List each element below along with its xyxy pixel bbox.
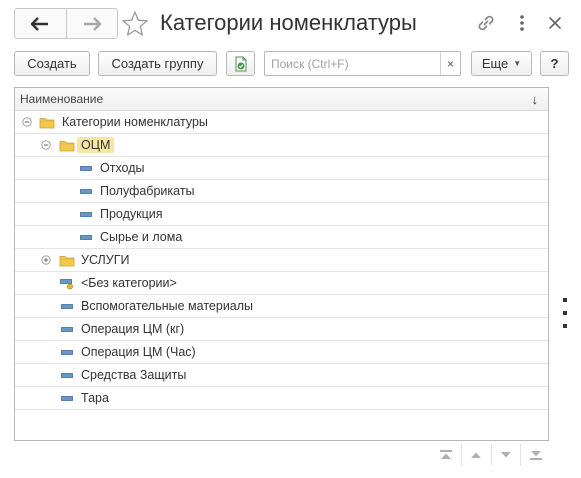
create-button[interactable]: Создать (14, 51, 90, 76)
folder-icon (59, 139, 75, 152)
more-actions-button[interactable] (512, 11, 532, 35)
search-clear-button[interactable]: × (440, 52, 460, 75)
tree-row-label: УСЛУГИ (81, 253, 130, 267)
tree-row-label: Операция ЦМ (кг) (81, 322, 185, 336)
close-button[interactable] (543, 11, 567, 35)
item-icon (59, 392, 75, 405)
tree-row-label: Вспомогательные материалы (81, 299, 254, 313)
item-icon (59, 300, 75, 313)
tree-row[interactable]: Тара (15, 387, 548, 410)
tree-row-label: <Без категории> (81, 276, 177, 290)
arrow-right-icon (83, 16, 101, 31)
tree-row[interactable]: Операция ЦМ (кг) (15, 318, 548, 341)
favorite-star-button[interactable] (120, 8, 150, 40)
clear-icon: × (446, 56, 454, 71)
item-icon (78, 185, 94, 198)
folder-icon (59, 254, 75, 267)
tree-row-label: Отходы (100, 161, 145, 175)
navigation-buttons (14, 8, 118, 39)
get-link-button[interactable] (474, 11, 498, 35)
collapse-icon[interactable] (22, 117, 32, 127)
triangle-up-icon (471, 452, 482, 458)
help-button[interactable]: ? (540, 51, 569, 76)
last-page-icon (529, 451, 542, 460)
first-page-icon (440, 450, 453, 459)
go-to-end-button[interactable] (520, 444, 550, 466)
search-box: × (264, 51, 461, 76)
item-icon (78, 162, 94, 175)
list-navigation (432, 444, 550, 466)
triangle-down-icon (500, 452, 511, 458)
go-to-start-button[interactable] (432, 444, 461, 466)
tree-row-label: Средства Защиты (81, 368, 187, 382)
star-icon (122, 11, 148, 36)
window-title: Категории номенклатуры (160, 10, 417, 35)
item-icon (78, 231, 94, 244)
output-list-button[interactable] (226, 51, 255, 76)
close-icon (549, 17, 561, 29)
column-header-name[interactable]: Наименование ↓ (15, 88, 548, 111)
tree-row-group[interactable]: ОЦМ (15, 134, 548, 157)
tree-row-label: Тара (81, 391, 109, 405)
tree-row-label: ОЦМ (77, 137, 115, 153)
collapse-icon[interactable] (41, 140, 51, 150)
vertical-dots-icon (520, 15, 524, 31)
categories-tree[interactable]: Наименование ↓ Категории номенклатуры ОЦМ… (14, 87, 549, 441)
forward-button[interactable] (65, 9, 118, 38)
tree-row[interactable]: Операция ЦМ (Час) (15, 341, 548, 364)
tree-row[interactable]: Вспомогательные материалы (15, 295, 548, 318)
arrow-left-icon (31, 16, 49, 31)
item-icon (59, 346, 75, 359)
tree-row-label: Продукция (100, 207, 163, 221)
item-marked-icon (59, 277, 75, 290)
tree-row[interactable]: <Без категории> (15, 272, 548, 295)
folder-icon (39, 116, 55, 129)
expand-icon[interactable] (41, 255, 51, 265)
tree-row-group[interactable]: Категории номенклатуры (15, 111, 548, 134)
tree-row-label: Полуфабрикаты (100, 184, 195, 198)
create-group-button[interactable]: Создать группу (98, 51, 217, 76)
item-icon (78, 208, 94, 221)
tree-row[interactable]: Полуфабрикаты (15, 180, 548, 203)
tree-row-label: Сырье и лома (100, 230, 183, 244)
back-button[interactable] (15, 9, 66, 38)
tree-row[interactable]: Сырье и лома (15, 226, 548, 249)
item-icon (59, 323, 75, 336)
spreadsheet-export-icon (235, 56, 246, 71)
page-up-button[interactable] (460, 444, 491, 466)
more-menu-label: Еще (481, 56, 509, 71)
tree-row[interactable]: Отходы (15, 157, 548, 180)
chevron-down-icon: ▼ (513, 59, 522, 68)
tree-row[interactable]: Средства Защиты (15, 364, 548, 387)
tree-row[interactable]: Продукция (15, 203, 548, 226)
more-menu-button[interactable]: Еще ▼ (471, 51, 532, 76)
link-icon (478, 15, 494, 31)
search-input[interactable] (265, 52, 440, 75)
resize-handle-dots[interactable] (562, 298, 568, 328)
tree-row-label: Категории номенклатуры (62, 115, 208, 129)
sort-arrow-icon: ↓ (531, 91, 539, 107)
tree-rows: Категории номенклатуры ОЦМ Отходы Полуфабри… (15, 111, 548, 410)
item-icon (59, 369, 75, 382)
tree-row-group[interactable]: УСЛУГИ (15, 249, 548, 272)
column-header-label: Наименование (20, 92, 104, 106)
page-down-button[interactable] (490, 444, 521, 466)
tree-row-label: Операция ЦМ (Час) (81, 345, 196, 359)
